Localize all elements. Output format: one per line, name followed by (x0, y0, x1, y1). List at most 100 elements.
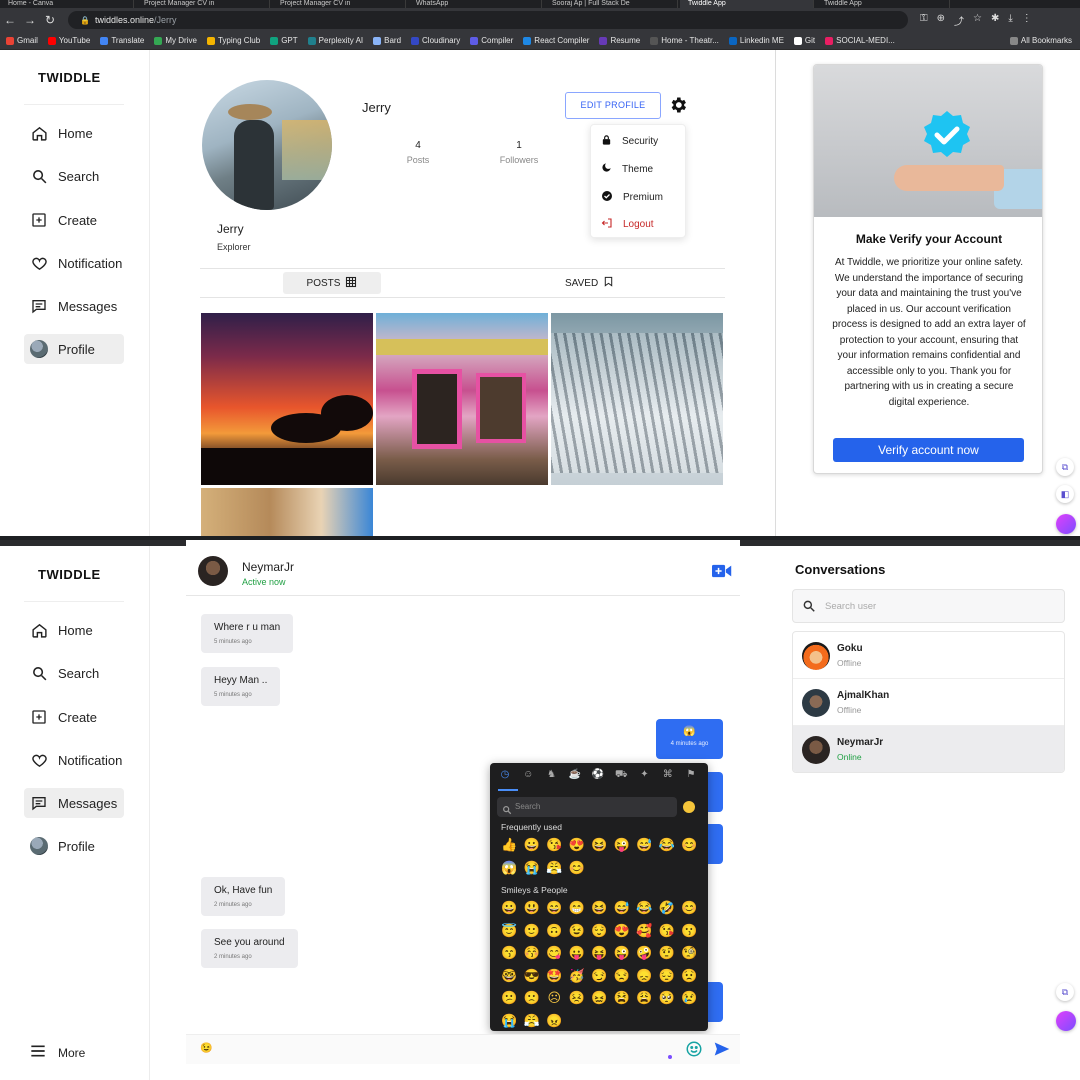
gear-icon[interactable] (668, 95, 688, 115)
car-icon[interactable]: ⛟ (614, 769, 628, 787)
emoji-option[interactable]: 😁 (566, 897, 589, 920)
nav-create[interactable]: Create (24, 702, 124, 732)
nav-search[interactable]: Search (24, 658, 124, 688)
emoji-option[interactable]: 😏 (588, 965, 611, 988)
conversation-item[interactable]: Goku Offline (793, 632, 1064, 679)
bookmark[interactable]: YouTube (47, 36, 90, 45)
recent-icon[interactable]: ◷ (498, 769, 512, 787)
menu-item-security[interactable]: Security (601, 134, 658, 149)
lightbulb-icon[interactable]: ✦ (638, 769, 652, 787)
emoji-option[interactable]: 😃 (521, 897, 544, 920)
message-incoming[interactable]: See you around 2 minutes ago (201, 929, 298, 968)
message-input[interactable]: 😉 (186, 1034, 740, 1064)
emoji-option[interactable]: 😕 (498, 987, 521, 1010)
emoji-option[interactable]: 😜 (611, 834, 634, 857)
emoji-option[interactable]: 😙 (498, 942, 521, 965)
nav-messages[interactable]: Messages (24, 291, 124, 321)
bookmark[interactable]: SOCIAL-MEDI... (825, 36, 895, 45)
browser-tab[interactable]: Project Manager CV in (136, 0, 270, 8)
post-thumbnail[interactable] (201, 313, 373, 485)
emoji-option[interactable]: 😍 (611, 920, 634, 943)
send-icon[interactable] (713, 1041, 731, 1062)
posts-stat[interactable]: 4 Posts (388, 140, 448, 165)
emoji-option[interactable]: 😠 (543, 1010, 566, 1032)
emoji-option[interactable]: 🧐 (678, 942, 701, 965)
emoji-option[interactable]: 🤓 (498, 965, 521, 988)
bookmark[interactable]: Home - Theatr... (650, 36, 719, 45)
translate-icon[interactable]: ⧉ (1056, 458, 1074, 476)
emoji-option[interactable]: 😗 (678, 920, 701, 943)
emoji-option[interactable]: 😆 (588, 897, 611, 920)
emoji-option[interactable]: 😢 (678, 987, 701, 1010)
menu-item-logout[interactable]: Logout (601, 217, 654, 232)
bookmark[interactable]: Cloudinary (411, 36, 460, 45)
browser-tab[interactable]: Project Manager CV in (272, 0, 406, 8)
emoji-option[interactable]: 😟 (678, 965, 701, 988)
skin-tone-selector[interactable] (683, 801, 695, 813)
emoji-option[interactable]: 🤪 (633, 942, 656, 965)
emoji-option[interactable]: 🙂 (521, 920, 544, 943)
emoji-option[interactable]: 🥰 (633, 920, 656, 943)
nav-home[interactable]: Home (24, 118, 124, 148)
bookmark[interactable]: Translate (100, 36, 144, 45)
conversation-item[interactable]: AjmalKhan Offline (793, 679, 1064, 726)
assistant-icon[interactable] (1056, 514, 1076, 534)
emoji-option[interactable]: 😞 (633, 965, 656, 988)
key-icon[interactable]: ⚿ (920, 13, 928, 28)
avatar[interactable] (198, 556, 228, 586)
video-call-icon[interactable] (706, 556, 738, 586)
bookmark[interactable]: Bard (373, 36, 401, 45)
followers-stat[interactable]: 1 Followers (489, 140, 549, 165)
emoji-option[interactable]: 😘 (656, 920, 679, 943)
browser-tab[interactable]: Sooraj Ap | Full Stack De (544, 0, 678, 8)
conversation-search-input[interactable]: Search user (792, 589, 1065, 623)
nav-messages[interactable]: Messages (24, 788, 124, 818)
emoji-option[interactable]: 😚 (521, 942, 544, 965)
emoji-option[interactable]: 😀 (521, 834, 544, 857)
emoji-option[interactable]: 😜 (611, 942, 634, 965)
message-incoming[interactable]: Ok, Have fun 2 minutes ago (201, 877, 286, 916)
assistant-icon[interactable] (1056, 1011, 1076, 1031)
emoji-option[interactable]: 😤 (521, 1010, 544, 1032)
share-icon[interactable]: ⤴ (954, 13, 964, 28)
profile-avatar[interactable] (202, 80, 332, 210)
emoji-icon[interactable] (685, 1040, 703, 1063)
bookmark[interactable]: My Drive (154, 36, 197, 45)
menu-item-premium[interactable]: Premium (601, 190, 663, 205)
emoji-option[interactable]: 🤩 (543, 965, 566, 988)
emoji-option[interactable]: 🥳 (566, 965, 589, 988)
emoji-option[interactable]: 😭 (521, 857, 544, 880)
bookmark[interactable]: GPT (270, 36, 298, 45)
message-incoming[interactable]: Heyy Man .. 5 minutes ago (201, 667, 281, 706)
emoji-option[interactable]: 😉 (566, 920, 589, 943)
emoji-option[interactable]: 😋 (543, 942, 566, 965)
conversation-item[interactable]: NeymarJr Online (793, 726, 1064, 772)
browser-tab[interactable]: Home - Canva (0, 0, 134, 8)
emoji-option[interactable]: 😤 (543, 857, 566, 880)
emoji-option[interactable]: 👍 (498, 834, 521, 857)
emoji-option[interactable]: 🤨 (656, 942, 679, 965)
emoji-option[interactable]: 😆 (588, 834, 611, 857)
bookmark[interactable]: Compiler (470, 36, 513, 45)
emoji-option[interactable]: 😘 (543, 834, 566, 857)
emoji-option[interactable]: 😝 (588, 942, 611, 965)
emoji-option[interactable]: 😂 (656, 834, 679, 857)
bookmark[interactable]: Typing Club (206, 36, 260, 45)
tab-posts[interactable]: POSTS (283, 272, 381, 294)
nav-notification[interactable]: Notification (24, 248, 124, 278)
message-outgoing[interactable]: 😱 4 minutes ago (656, 719, 723, 759)
emoji-option[interactable]: 😫 (611, 987, 634, 1010)
star-icon[interactable]: ☆ (973, 13, 982, 28)
emoji-option[interactable]: 😭 (498, 1010, 521, 1032)
bookmark[interactable]: Linkedin ME (728, 36, 784, 45)
emoji-option[interactable]: 😖 (588, 987, 611, 1010)
message-incoming[interactable]: Where r u man 5 minutes ago (201, 614, 294, 653)
menu-dots-icon[interactable]: ⋮ (1022, 13, 1032, 28)
emoji-option[interactable]: 😄 (543, 897, 566, 920)
smiley-icon[interactable]: ☺ (521, 769, 535, 787)
brand-logo[interactable]: TWIDDLE (38, 567, 101, 582)
emoji-option[interactable]: 😊 (678, 834, 701, 857)
verify-account-button[interactable]: Verify account now (833, 438, 1024, 462)
emoji-option[interactable]: 😅 (633, 834, 656, 857)
zoom-icon[interactable]: ⊕ (937, 13, 945, 28)
